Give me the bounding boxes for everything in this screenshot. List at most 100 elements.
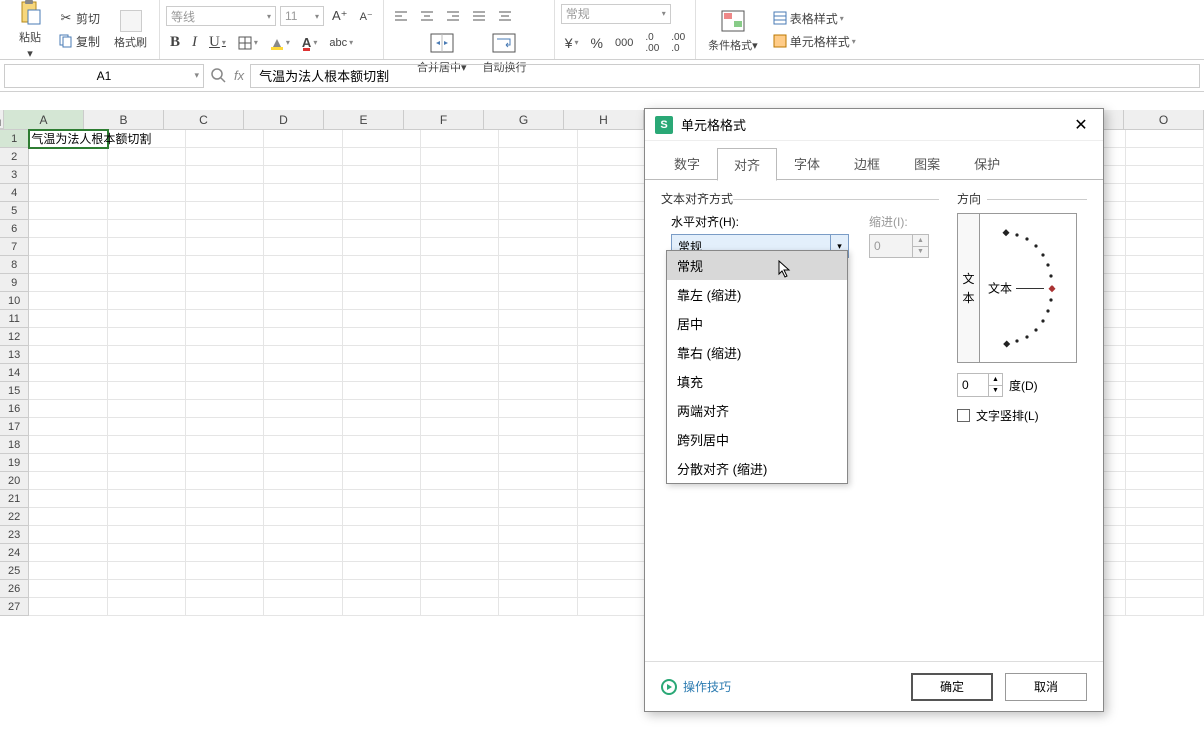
font-color-button[interactable]: A▾	[298, 33, 321, 52]
decrease-font-button[interactable]: A⁻	[356, 8, 377, 25]
orientation-button[interactable]: ab▾	[520, 0, 548, 1]
row-header[interactable]: 24	[0, 544, 29, 562]
cell[interactable]	[264, 472, 342, 490]
cell[interactable]	[1126, 598, 1204, 616]
cell[interactable]	[421, 598, 499, 616]
cell[interactable]	[343, 472, 421, 490]
dialog-tab[interactable]: 字体	[777, 147, 837, 180]
cell[interactable]	[343, 310, 421, 328]
cell[interactable]	[108, 526, 186, 544]
cell[interactable]	[343, 598, 421, 616]
cell[interactable]	[29, 382, 107, 400]
cell[interactable]	[29, 202, 107, 220]
cell[interactable]	[108, 544, 186, 562]
cell[interactable]: 气温为法人根本额切割	[29, 130, 107, 148]
cell[interactable]	[264, 310, 342, 328]
cell[interactable]	[343, 166, 421, 184]
cell[interactable]	[264, 526, 342, 544]
row-header[interactable]: 7	[0, 238, 29, 256]
cell[interactable]	[186, 364, 264, 382]
column-header[interactable]: H	[564, 110, 644, 129]
cell[interactable]	[108, 274, 186, 292]
cell[interactable]	[343, 346, 421, 364]
cell[interactable]	[186, 346, 264, 364]
italic-button[interactable]: I	[188, 32, 201, 53]
decrease-indent-button[interactable]	[468, 0, 490, 1]
cell[interactable]	[343, 220, 421, 238]
cell[interactable]	[29, 436, 107, 454]
cell[interactable]	[108, 436, 186, 454]
cancel-button[interactable]: 取消	[1005, 673, 1087, 701]
spin-down-icon[interactable]: ▼	[912, 247, 928, 258]
cell[interactable]	[186, 184, 264, 202]
row-header[interactable]: 22	[0, 508, 29, 526]
cell[interactable]	[421, 382, 499, 400]
cell[interactable]	[264, 436, 342, 454]
row-header[interactable]: 9	[0, 274, 29, 292]
cell[interactable]	[186, 328, 264, 346]
cell[interactable]	[343, 490, 421, 508]
cell[interactable]	[343, 580, 421, 598]
cell[interactable]	[29, 508, 107, 526]
column-header[interactable]: C	[164, 110, 244, 129]
cell[interactable]	[108, 238, 186, 256]
cell[interactable]	[343, 454, 421, 472]
cell[interactable]	[499, 166, 577, 184]
underline-button[interactable]: U▾	[205, 32, 230, 53]
cell[interactable]	[264, 598, 342, 616]
cell[interactable]	[186, 490, 264, 508]
row-header[interactable]: 1	[0, 130, 29, 148]
cell[interactable]	[499, 130, 577, 148]
cell-style-button[interactable]: 单元格样式▾	[768, 31, 860, 52]
cell[interactable]	[108, 292, 186, 310]
increase-indent-button[interactable]	[494, 0, 516, 1]
cell[interactable]	[29, 346, 107, 364]
cell[interactable]	[108, 346, 186, 364]
cell[interactable]	[499, 562, 577, 580]
cell[interactable]	[108, 454, 186, 472]
cell[interactable]	[186, 472, 264, 490]
cell[interactable]	[108, 364, 186, 382]
row-header[interactable]: 20	[0, 472, 29, 490]
cell[interactable]	[29, 220, 107, 238]
cell[interactable]	[264, 562, 342, 580]
cell[interactable]	[108, 490, 186, 508]
cell[interactable]	[1126, 526, 1204, 544]
cell[interactable]	[29, 148, 107, 166]
cell[interactable]	[343, 148, 421, 166]
cell[interactable]	[29, 256, 107, 274]
cell[interactable]	[499, 400, 577, 418]
cell[interactable]	[343, 544, 421, 562]
cell[interactable]	[186, 130, 264, 148]
cell[interactable]	[1126, 130, 1204, 148]
cell[interactable]	[343, 382, 421, 400]
cell[interactable]	[1126, 328, 1204, 346]
cell[interactable]	[1126, 184, 1204, 202]
row-header[interactable]: 8	[0, 256, 29, 274]
dialog-tab[interactable]: 边框	[837, 147, 897, 180]
cell[interactable]	[108, 418, 186, 436]
number-format-combo[interactable]: 常规▾	[561, 4, 671, 24]
cell[interactable]	[29, 418, 107, 436]
cell[interactable]	[186, 292, 264, 310]
cell[interactable]	[1126, 274, 1204, 292]
cell[interactable]	[264, 454, 342, 472]
cell[interactable]	[421, 166, 499, 184]
row-header[interactable]: 2	[0, 148, 29, 166]
cell[interactable]	[108, 166, 186, 184]
dropdown-option[interactable]: 分散对齐 (缩进)	[667, 454, 847, 483]
row-header[interactable]: 19	[0, 454, 29, 472]
cell[interactable]	[499, 256, 577, 274]
vertical-text-checkbox[interactable]	[957, 409, 970, 422]
cell[interactable]	[421, 202, 499, 220]
cell[interactable]	[29, 238, 107, 256]
cell[interactable]	[108, 184, 186, 202]
row-header[interactable]: 21	[0, 490, 29, 508]
cell[interactable]	[421, 184, 499, 202]
cell[interactable]	[108, 400, 186, 418]
cell[interactable]	[499, 310, 577, 328]
copy-button[interactable]: 复制	[54, 31, 104, 52]
row-header[interactable]: 11	[0, 310, 29, 328]
cell[interactable]	[1126, 382, 1204, 400]
cell[interactable]	[343, 418, 421, 436]
